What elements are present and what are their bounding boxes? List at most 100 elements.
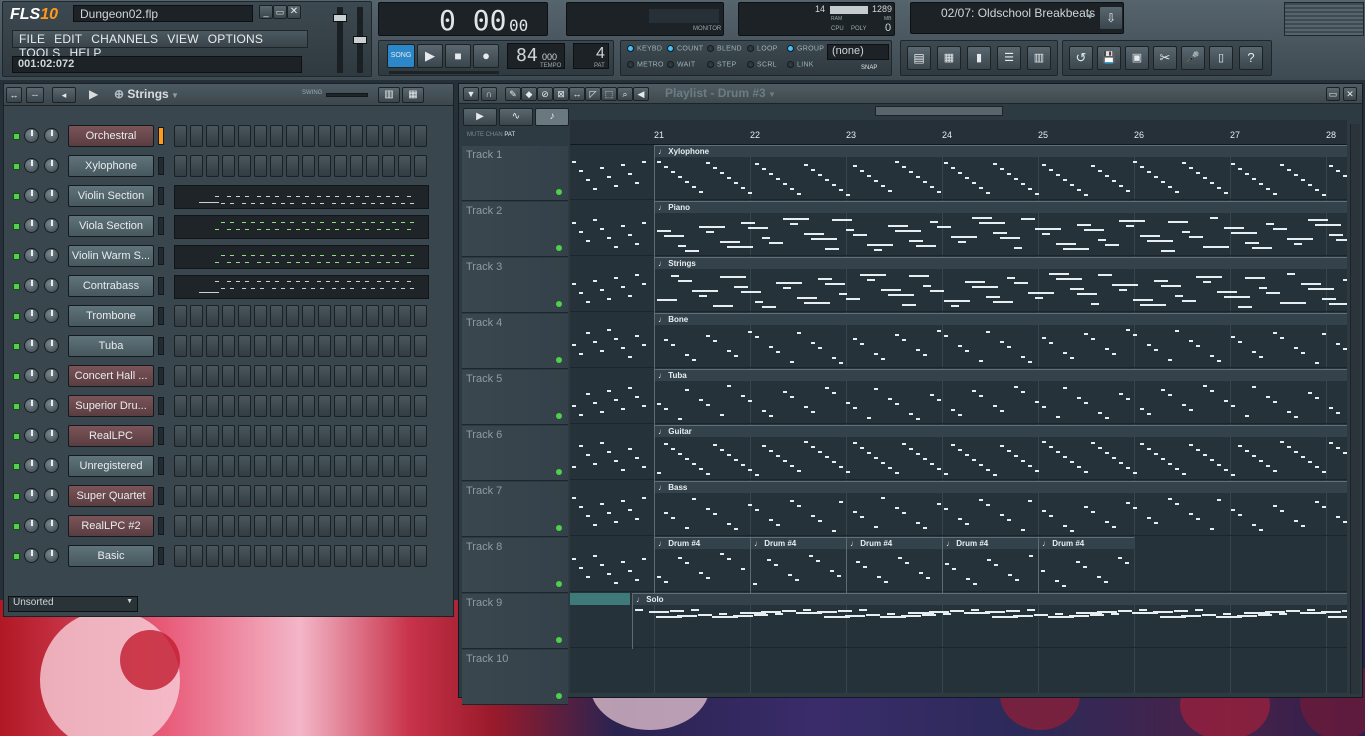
channel-select-indicator[interactable]	[158, 157, 164, 175]
piano-roll-icon[interactable]: ▮	[967, 46, 991, 70]
step-button[interactable]	[238, 335, 251, 357]
step-button[interactable]	[366, 515, 379, 537]
save-icon[interactable]: 💾	[1097, 46, 1121, 70]
channel-mute-led[interactable]	[13, 313, 20, 320]
swing-slider[interactable]	[326, 93, 368, 97]
step-button[interactable]	[206, 335, 219, 357]
step-button[interactable]	[302, 335, 315, 357]
menu-edit[interactable]: EDIT	[54, 32, 82, 46]
channel-pan-knob[interactable]	[44, 488, 59, 503]
snap-select[interactable]: (none)	[827, 44, 889, 60]
channel-row[interactable]: Tuba	[10, 335, 430, 359]
step-button[interactable]	[318, 395, 331, 417]
song-position-slider[interactable]	[389, 71, 499, 74]
zoom-tool-icon[interactable]: ⌕	[617, 87, 633, 101]
step-button[interactable]	[334, 485, 347, 507]
step-button[interactable]	[318, 365, 331, 387]
pattern-clip[interactable]: ♩ Solo	[632, 593, 1347, 649]
step-button[interactable]	[366, 335, 379, 357]
step-button[interactable]	[286, 125, 299, 147]
step-button[interactable]	[398, 455, 411, 477]
track-header[interactable]: Track 10	[462, 650, 568, 705]
step-button[interactable]	[366, 395, 379, 417]
play-pattern-icon[interactable]: ▶	[89, 87, 98, 101]
step-button[interactable]	[270, 155, 283, 177]
channel-mute-led[interactable]	[13, 223, 20, 230]
channel-mute-led[interactable]	[13, 553, 20, 560]
step-button[interactable]	[382, 515, 395, 537]
track-header[interactable]: Track 1	[462, 146, 568, 201]
automation-clip-start[interactable]	[570, 593, 630, 605]
playlist-grid[interactable]: ♩ Xylophone ♩ Piano ♩ Strings ♩ Bone ♩ Tuba ♩…	[570, 145, 1347, 693]
track-header[interactable]: Track 2	[462, 202, 568, 257]
step-button[interactable]	[238, 455, 251, 477]
step-button[interactable]	[350, 335, 363, 357]
step-button[interactable]	[174, 425, 187, 447]
step-button[interactable]	[286, 485, 299, 507]
channel-select-indicator[interactable]	[158, 547, 164, 565]
step-button[interactable]	[190, 485, 203, 507]
channel-volume-knob[interactable]	[24, 278, 39, 293]
channel-mute-led[interactable]	[13, 433, 20, 440]
step-button[interactable]	[382, 155, 395, 177]
step-button[interactable]	[254, 395, 267, 417]
step-button[interactable]	[174, 125, 187, 147]
step-button[interactable]	[222, 455, 235, 477]
tempo-display[interactable]: 84 000 TEMPO	[507, 43, 565, 69]
step-button[interactable]	[190, 515, 203, 537]
step-button[interactable]	[398, 365, 411, 387]
step-button[interactable]	[286, 425, 299, 447]
graph-editor-icon[interactable]: ◂	[52, 87, 76, 103]
channel-pan-knob[interactable]	[44, 398, 59, 413]
step-button[interactable]	[350, 515, 363, 537]
step-button[interactable]	[270, 485, 283, 507]
channel-volume-knob[interactable]	[24, 518, 39, 533]
step-button[interactable]	[414, 365, 427, 387]
step-button[interactable]	[398, 335, 411, 357]
step-button[interactable]	[382, 395, 395, 417]
step-button[interactable]	[366, 155, 379, 177]
channel-row[interactable]: Trombone	[10, 305, 430, 329]
step-button[interactable]	[238, 395, 251, 417]
browser-icon[interactable]: ☰	[997, 46, 1021, 70]
channel-name-button[interactable]: Violin Warm S...	[68, 245, 154, 267]
option-link[interactable]: LINK	[787, 61, 814, 68]
step-button[interactable]	[398, 545, 411, 567]
step-button[interactable]	[286, 455, 299, 477]
pattern-clip[interactable]: ♩ Piano	[654, 201, 1347, 257]
master-pitch-handle[interactable]	[353, 36, 367, 44]
step-button[interactable]	[286, 305, 299, 327]
channel-select-indicator[interactable]	[158, 457, 164, 475]
track-header[interactable]: Track 9	[462, 594, 568, 649]
select-tool-icon[interactable]: ⬚	[601, 87, 617, 101]
channel-mute-led[interactable]	[13, 493, 20, 500]
channel-volume-knob[interactable]	[24, 338, 39, 353]
step-button[interactable]	[270, 395, 283, 417]
channel-mute-led[interactable]	[13, 163, 20, 170]
channel-name-button[interactable]: RealLPC	[68, 425, 154, 447]
step-button[interactable]	[254, 485, 267, 507]
step-button[interactable]	[414, 425, 427, 447]
channel-select-indicator[interactable]	[158, 247, 164, 265]
step-button[interactable]	[286, 395, 299, 417]
option-scrl[interactable]: SCRL	[747, 61, 777, 68]
channel-mute-led[interactable]	[13, 193, 20, 200]
step-button[interactable]	[222, 365, 235, 387]
step-button[interactable]	[334, 545, 347, 567]
channel-name-button[interactable]: Superior Dru...	[68, 395, 154, 417]
step-button[interactable]	[382, 485, 395, 507]
step-button[interactable]	[414, 155, 427, 177]
record-button[interactable]: ●	[473, 44, 499, 68]
maximize-button[interactable]: ▭	[1326, 87, 1340, 101]
step-button[interactable]	[254, 425, 267, 447]
step-button[interactable]	[350, 455, 363, 477]
step-button[interactable]	[302, 155, 315, 177]
step-button[interactable]	[334, 365, 347, 387]
channel-select-indicator[interactable]	[158, 487, 164, 505]
channel-volume-knob[interactable]	[24, 128, 39, 143]
step-button[interactable]	[222, 425, 235, 447]
step-button[interactable]	[382, 335, 395, 357]
hint-bar[interactable]: 02/07: Oldschool Breakbeats ▼ ⇩	[910, 2, 1124, 34]
mixer-icon[interactable]: ▥	[1027, 46, 1051, 70]
step-button[interactable]	[318, 335, 331, 357]
